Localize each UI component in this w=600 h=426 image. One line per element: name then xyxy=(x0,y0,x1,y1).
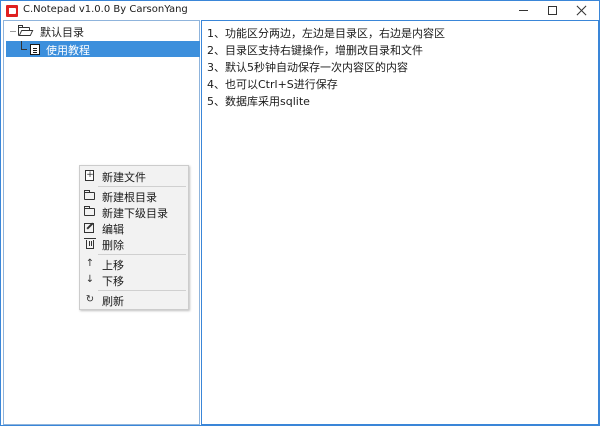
window-title: C.Notepad v1.0.0 By CarsonYang xyxy=(23,4,188,15)
menu-item-label: 删除 xyxy=(102,239,124,252)
menu-item-delete[interactable]: 删除 xyxy=(81,236,187,252)
tree-item-label: 默认目录 xyxy=(40,25,84,39)
menu-item-label: 新建文件 xyxy=(102,171,146,184)
close-icon xyxy=(576,5,587,16)
menu-item-move-down[interactable]: ↓ 下移 xyxy=(81,272,187,288)
menu-separator xyxy=(98,290,186,291)
trash-icon xyxy=(84,238,96,249)
tree-connector xyxy=(10,31,16,32)
content-line: 2、目录区支持右键操作，增删改目录和文件 xyxy=(207,44,423,57)
menu-item-move-up[interactable]: ↑ 上移 xyxy=(81,256,187,272)
menu-separator xyxy=(98,186,186,187)
context-menu: 新建文件 新建根目录 新建下级目录 编辑 删除 ↑ 上移 xyxy=(79,165,189,310)
folder-open-icon xyxy=(18,24,34,37)
menu-item-label: 编辑 xyxy=(102,223,124,236)
edit-icon xyxy=(84,223,94,233)
app-logo-icon xyxy=(6,5,18,17)
menu-item-label: 下移 xyxy=(102,275,124,288)
maximize-icon xyxy=(547,6,557,15)
arrow-up-icon: ↑ xyxy=(85,258,95,269)
content-line: 4、也可以Ctrl+S进行保存 xyxy=(207,78,338,91)
menu-item-label: 新建根目录 xyxy=(102,191,157,204)
tree-item-label: 使用教程 xyxy=(46,44,90,57)
app-window: C.Notepad v1.0.0 By CarsonYang 默认目录 使用教程 xyxy=(0,0,600,426)
close-button[interactable] xyxy=(564,1,598,20)
tree-item-tutorial[interactable]: 使用教程 xyxy=(6,41,200,57)
menu-item-label: 刷新 xyxy=(102,295,124,308)
tree-item-root[interactable]: 默认目录 xyxy=(10,24,84,39)
tree-connector xyxy=(21,49,27,50)
menu-item-label: 新建下级目录 xyxy=(102,207,168,220)
refresh-icon: ↻ xyxy=(85,294,95,305)
document-icon xyxy=(30,44,40,55)
menu-item-refresh[interactable]: ↻ 刷新 xyxy=(81,292,187,308)
menu-separator xyxy=(98,254,186,255)
title-bar[interactable]: C.Notepad v1.0.0 By CarsonYang xyxy=(1,1,599,20)
menu-item-new-subfolder[interactable]: 新建下级目录 xyxy=(81,204,187,220)
minimize-icon xyxy=(518,10,528,11)
new-file-icon xyxy=(85,170,94,181)
directory-tree-panel[interactable]: 默认目录 使用教程 新建文件 新建根目录 新建下级目录 xyxy=(3,20,200,425)
folder-icon xyxy=(84,190,95,200)
tree-connector xyxy=(21,41,22,49)
content-editor[interactable]: 1、功能区分两边，左边是目录区，右边是内容区 2、目录区支持右键操作，增删改目录… xyxy=(201,20,599,425)
menu-item-new-root-folder[interactable]: 新建根目录 xyxy=(81,188,187,204)
folder-icon xyxy=(84,206,95,216)
menu-item-label: 上移 xyxy=(102,259,124,272)
menu-item-edit[interactable]: 编辑 xyxy=(81,220,187,236)
arrow-down-icon: ↓ xyxy=(85,274,95,285)
menu-item-new-file[interactable]: 新建文件 xyxy=(81,168,187,184)
content-line: 1、功能区分两边，左边是目录区，右边是内容区 xyxy=(207,27,445,40)
content-line: 3、默认5秒钟自动保存一次内容区的内容 xyxy=(207,61,408,74)
content-line: 5、数据库采用sqlite xyxy=(207,95,310,108)
